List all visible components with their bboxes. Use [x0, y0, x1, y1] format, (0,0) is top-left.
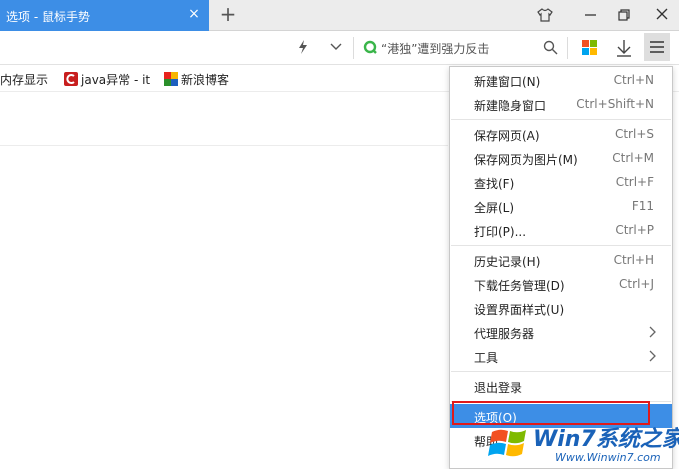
- menu-item-label: 查找(F): [474, 177, 515, 191]
- menu-item-find[interactable]: 查找(F) Ctrl+F: [450, 170, 672, 194]
- menu-separator: [451, 119, 671, 120]
- skin-button[interactable]: [530, 3, 560, 27]
- restore-icon: [618, 9, 630, 21]
- divider: [353, 37, 354, 59]
- shirt-icon: [537, 8, 553, 22]
- lightning-icon[interactable]: [297, 39, 309, 55]
- menu-item-save-page[interactable]: 保存网页(A) Ctrl+S: [450, 122, 672, 146]
- menu-item-ui-style[interactable]: 设置界面样式(U): [450, 296, 672, 320]
- menu-item-label: 保存网页为图片(M): [474, 153, 578, 167]
- close-icon: [656, 8, 668, 20]
- tab-options[interactable]: 选项 - 鼠标手势 ×: [0, 0, 209, 31]
- tab-bar: 选项 - 鼠标手势 × +: [0, 0, 679, 31]
- menu-item-proxy[interactable]: 代理服务器: [450, 320, 672, 344]
- menu-item-downloads[interactable]: 下载任务管理(D) Ctrl+J: [450, 272, 672, 296]
- bookmark-label: 内存显示: [0, 73, 49, 87]
- watermark-url: Www.Winwin7.com: [555, 451, 661, 464]
- toolbar: “港独”遭到强力反击: [0, 31, 679, 65]
- menu-item-label: 退出登录: [474, 381, 523, 395]
- hamburger-icon: [650, 41, 664, 53]
- menu-item-label: 全屏(L): [474, 201, 515, 215]
- sina-blog-icon: [164, 72, 178, 86]
- search-icon[interactable]: [543, 40, 558, 55]
- menu-separator: [451, 371, 671, 372]
- apps-button[interactable]: [577, 36, 603, 60]
- menu-item-shortcut: Ctrl+M: [612, 151, 654, 165]
- main-menu-button[interactable]: [644, 33, 670, 61]
- menu-item-shortcut: Ctrl+J: [619, 277, 654, 291]
- page-divider: [0, 145, 448, 146]
- menu-item-label: 新建隐身窗口: [474, 99, 547, 113]
- minimize-button[interactable]: [576, 3, 606, 27]
- bookmark-memory[interactable]: 内存显示: [0, 71, 48, 88]
- apps-grid-icon: [582, 40, 597, 55]
- chevron-right-icon: [649, 350, 656, 362]
- download-icon: [617, 40, 631, 57]
- menu-item-shortcut: Ctrl+N: [613, 73, 654, 87]
- windows-logo-icon: [488, 429, 526, 457]
- menu-item-print[interactable]: 打印(P)... Ctrl+P: [450, 218, 672, 242]
- menu-separator: [451, 245, 671, 246]
- menu-item-new-incognito[interactable]: 新建隐身窗口 Ctrl+Shift+N: [450, 92, 672, 116]
- menu-item-shortcut: Ctrl+Shift+N: [576, 97, 654, 111]
- menu-item-fullscreen[interactable]: 全屏(L) F11: [450, 194, 672, 218]
- minimize-icon: [585, 14, 596, 16]
- search-engine-icon: [363, 40, 377, 54]
- watermark: Win7系统之家 Www.Winwin7.com: [486, 418, 679, 469]
- menu-item-label: 工具: [474, 351, 499, 365]
- menu-item-label: 代理服务器: [474, 327, 535, 341]
- tab-title: 选项 - 鼠标手势: [6, 10, 90, 24]
- new-tab-button[interactable]: +: [216, 3, 240, 27]
- menu-item-new-window[interactable]: 新建窗口(N) Ctrl+N: [450, 68, 672, 92]
- tab-close-icon[interactable]: ×: [186, 6, 202, 22]
- download-button[interactable]: [611, 36, 637, 60]
- menu-item-shortcut: Ctrl+S: [614, 127, 654, 141]
- menu-item-history[interactable]: 历史记录(H) Ctrl+H: [450, 248, 672, 272]
- address-bar[interactable]: [0, 31, 355, 64]
- menu-item-label: 设置界面样式(U): [474, 303, 565, 317]
- menu-item-save-as-image[interactable]: 保存网页为图片(M) Ctrl+M: [450, 146, 672, 170]
- menu-item-shortcut: Ctrl+H: [613, 253, 654, 267]
- search-box[interactable]: “港独”遭到强力反击: [356, 31, 566, 64]
- search-suggestion[interactable]: “港独”遭到强力反击: [381, 40, 489, 57]
- bookmark-java[interactable]: java异常 - it: [64, 71, 150, 88]
- bookmark-label: java异常 - it: [81, 73, 151, 87]
- bookmark-label: 新浪博客: [181, 73, 230, 87]
- menu-item-label: 保存网页(A): [474, 129, 540, 143]
- menu-item-label: 历史记录(H): [474, 255, 541, 269]
- close-window-button[interactable]: [647, 3, 677, 27]
- menu-item-shortcut: Ctrl+P: [615, 223, 654, 237]
- java-site-icon: [64, 72, 78, 86]
- menu-item-logout[interactable]: 退出登录: [450, 374, 672, 398]
- menu-item-tools[interactable]: 工具: [450, 344, 672, 368]
- divider: [567, 37, 568, 59]
- restore-button[interactable]: [609, 3, 639, 27]
- menu-item-label: 下载任务管理(D): [474, 279, 565, 293]
- bookmark-sina[interactable]: 新浪博客: [164, 71, 229, 88]
- menu-item-label: 新建窗口(N): [474, 75, 541, 89]
- chevron-right-icon: [649, 326, 656, 338]
- menu-item-shortcut: Ctrl+F: [615, 175, 654, 189]
- watermark-brand: Win7系统之家: [533, 427, 679, 452]
- chevron-down-icon[interactable]: [330, 42, 342, 52]
- menu-item-label: 打印(P)...: [474, 225, 527, 239]
- menu-item-shortcut: F11: [631, 199, 654, 213]
